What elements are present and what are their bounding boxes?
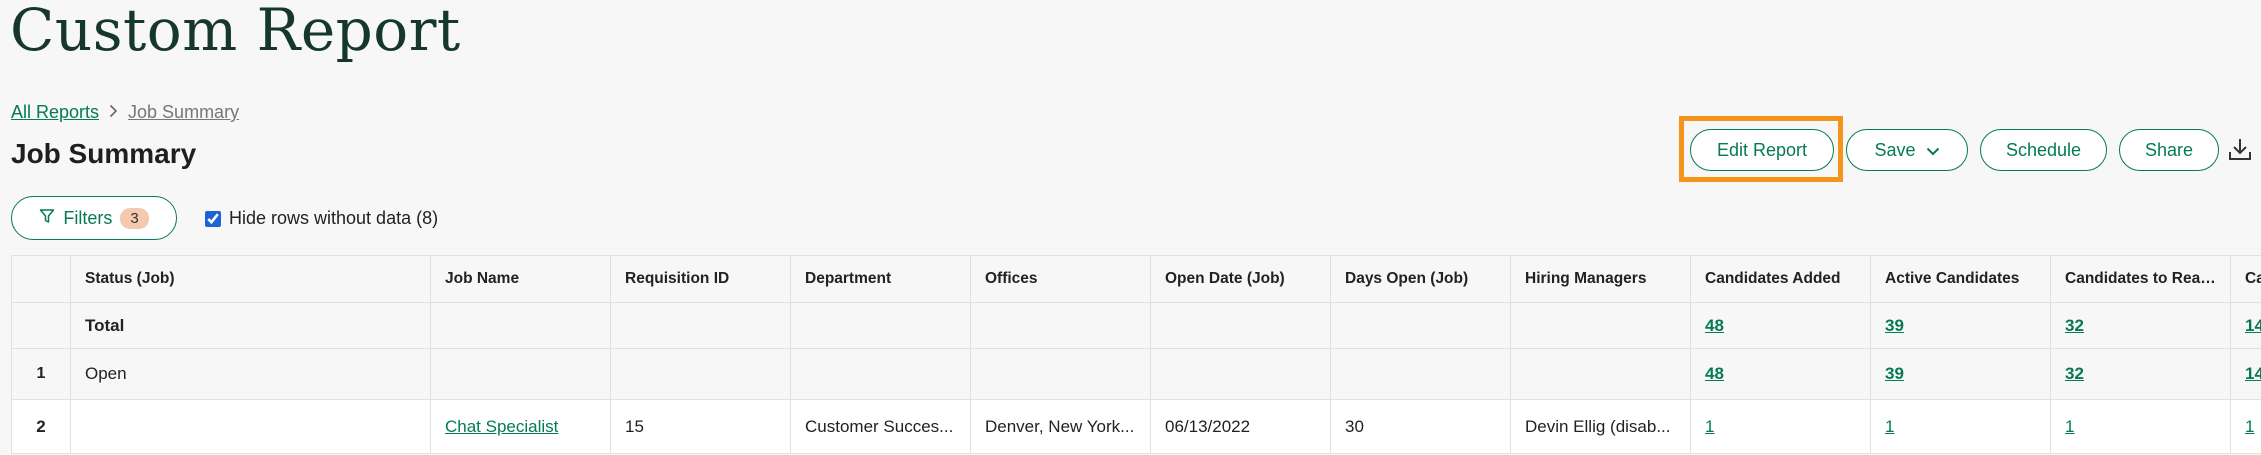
table-cell: 48 xyxy=(1690,302,1871,349)
table-cell: Chat Specialist xyxy=(430,399,611,454)
page-title: Custom Report xyxy=(10,0,461,64)
days-open-cell: 30 xyxy=(1330,399,1511,454)
filter-icon xyxy=(39,208,55,229)
total-candidates-added-link[interactable]: 48 xyxy=(1705,316,1724,335)
report-table: Status (Job) Job Name Requisition ID Dep… xyxy=(11,255,2261,454)
status-cell: Open xyxy=(70,348,431,400)
table-cell xyxy=(430,302,611,349)
hide-rows-checkbox[interactable] xyxy=(205,210,221,227)
table-cell: 1 xyxy=(1870,399,2051,454)
table-cell xyxy=(610,302,791,349)
table-cell xyxy=(1510,348,1691,400)
filters-label: Filters xyxy=(63,207,113,228)
chevron-right-icon xyxy=(109,104,118,121)
open-candidates-to-reach-link[interactable]: 32 xyxy=(2065,364,2084,383)
offices-cell: Denver, New York... xyxy=(970,399,1151,454)
column-header[interactable]: Candidates to Reach As xyxy=(2050,255,2231,303)
table-cell: 32 xyxy=(2050,348,2231,400)
download-icon[interactable] xyxy=(2228,136,2252,164)
hide-rows-label: Hide rows without data (8) xyxy=(229,208,439,228)
column-header[interactable]: Open Date (Job) xyxy=(1150,255,1331,303)
open-candidates-added-link[interactable]: 48 xyxy=(1705,364,1724,383)
department-cell: Customer Succes... xyxy=(790,399,971,454)
hide-rows-toggle[interactable]: Hide rows without data (8) xyxy=(205,208,438,229)
row-candidates-added-link[interactable]: 1 xyxy=(1705,417,1714,436)
table-cell: 1 xyxy=(2050,399,2231,454)
table-cell: 1 xyxy=(2230,399,2261,454)
column-header[interactable]: Status (Job) xyxy=(70,255,431,303)
total-last-column-link[interactable]: 14 xyxy=(2245,316,2261,335)
table-row: 2 Chat Specialist 15 Customer Succes... … xyxy=(11,399,2261,454)
column-header[interactable]: Days Open (Job) xyxy=(1330,255,1511,303)
table-cell xyxy=(430,348,611,400)
status-cell xyxy=(70,399,431,454)
schedule-button[interactable]: Schedule xyxy=(1980,129,2107,171)
row-index: 1 xyxy=(11,348,71,400)
total-label: Total xyxy=(70,302,431,349)
filters-count-badge: 3 xyxy=(120,207,149,229)
open-active-candidates-link[interactable]: 39 xyxy=(1885,364,1904,383)
save-dropdown-button[interactable]: Save xyxy=(1846,129,1968,171)
total-candidates-to-reach-link[interactable]: 32 xyxy=(2065,316,2084,335)
hiring-managers-cell: Devin Ellig (disab... xyxy=(1510,399,1691,454)
table-cell xyxy=(790,348,971,400)
table-cell xyxy=(11,302,71,349)
open-date-cell: 06/13/2022 xyxy=(1150,399,1331,454)
table-cell: 14 xyxy=(2230,302,2261,349)
table-cell xyxy=(970,302,1151,349)
column-header xyxy=(11,255,71,303)
row-last-column-link[interactable]: 1 xyxy=(2245,417,2254,436)
table-cell xyxy=(1150,302,1331,349)
column-header[interactable]: Offices xyxy=(970,255,1151,303)
table-cell: 32 xyxy=(2050,302,2231,349)
row-index: 2 xyxy=(11,399,71,454)
breadcrumb-all-reports-link[interactable]: All Reports xyxy=(11,102,99,123)
column-header[interactable]: Active Candidates xyxy=(1870,255,2051,303)
job-name-link[interactable]: Chat Specialist xyxy=(445,417,558,436)
table-cell: 14 xyxy=(2230,348,2261,400)
total-active-candidates-link[interactable]: 39 xyxy=(1885,316,1904,335)
table-cell: 1 xyxy=(1690,399,1871,454)
table-cell: 48 xyxy=(1690,348,1871,400)
column-header[interactable]: Ca xyxy=(2230,255,2261,303)
filters-button[interactable]: Filters 3 xyxy=(11,196,177,240)
breadcrumb: All Reports Job Summary xyxy=(11,102,239,123)
table-cell xyxy=(970,348,1151,400)
save-button-label: Save xyxy=(1874,139,1916,160)
requisition-id-cell: 15 xyxy=(610,399,791,454)
column-header[interactable]: Department xyxy=(790,255,971,303)
table-cell xyxy=(1330,302,1511,349)
column-header[interactable]: Hiring Managers xyxy=(1510,255,1691,303)
table-row-total: Total 48 39 32 14 xyxy=(11,302,2261,349)
column-header[interactable]: Candidates Added xyxy=(1690,255,1871,303)
table-cell xyxy=(1330,348,1511,400)
table-cell: 39 xyxy=(1870,302,2051,349)
column-header[interactable]: Job Name xyxy=(430,255,611,303)
breadcrumb-current-link[interactable]: Job Summary xyxy=(128,102,239,123)
row-candidates-to-reach-link[interactable]: 1 xyxy=(2065,417,2074,436)
table-cell xyxy=(1150,348,1331,400)
open-last-column-link[interactable]: 14 xyxy=(2245,364,2261,383)
report-subtitle: Job Summary xyxy=(11,138,197,169)
row-active-candidates-link[interactable]: 1 xyxy=(1885,417,1894,436)
table-cell xyxy=(610,348,791,400)
table-header-row: Status (Job) Job Name Requisition ID Dep… xyxy=(11,255,2261,303)
edit-report-button[interactable]: Edit Report xyxy=(1690,129,1834,171)
column-header[interactable]: Requisition ID xyxy=(610,255,791,303)
share-button[interactable]: Share xyxy=(2119,129,2219,171)
chevron-down-icon xyxy=(1926,140,1940,161)
table-cell xyxy=(1510,302,1691,349)
table-row: 1 Open 48 39 32 14 xyxy=(11,348,2261,400)
table-cell: 39 xyxy=(1870,348,2051,400)
table-cell xyxy=(790,302,971,349)
